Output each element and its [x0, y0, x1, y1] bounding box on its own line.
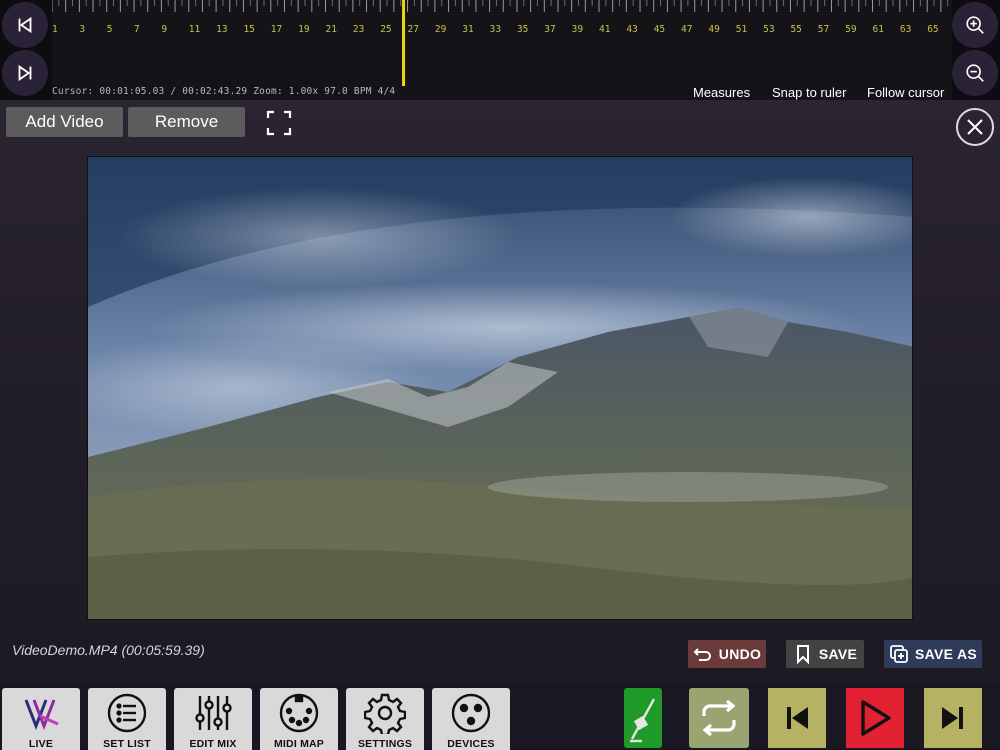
loop-button[interactable]: [689, 688, 749, 748]
ruler-tick-label: 11: [189, 24, 201, 35]
nav-live[interactable]: LIVE: [2, 688, 80, 750]
midi-icon: [279, 693, 319, 733]
video-preview[interactable]: [87, 156, 913, 620]
nav-settings[interactable]: SETTINGS: [346, 688, 424, 750]
nav-devices-label: DEVICES: [447, 738, 495, 750]
ruler-tick-label: 27: [408, 24, 419, 35]
previous-button[interactable]: [768, 688, 826, 748]
ruler-tick-label: 13: [216, 24, 227, 35]
ruler-tick-label: 43: [626, 24, 637, 35]
ruler-tick-label: 59: [845, 24, 857, 35]
snap-to-ruler-toggle[interactable]: Snap to ruler: [772, 85, 846, 100]
ruler-tick-label: 65: [927, 24, 938, 35]
skip-previous-icon: [787, 707, 808, 729]
ruler-tick-label: 1: [52, 24, 58, 35]
skip-forward-button[interactable]: [2, 50, 48, 96]
ruler-tick-label: 9: [161, 24, 167, 35]
timeline-bar: 1 3 5 7 9 11 13 15 17 19 21 23 25 27 29 31 33 35 37 39 41 43 4…: [0, 0, 1000, 100]
ruler-tick-label: 57: [818, 24, 829, 35]
metronome-button[interactable]: [624, 688, 662, 748]
ruler-tick-label: 21: [326, 24, 338, 35]
ruler-tick-label: 25: [380, 24, 391, 35]
list-icon: [107, 693, 147, 733]
ruler-tick-label: 53: [763, 24, 774, 35]
nav-devices[interactable]: DEVICES: [432, 688, 510, 750]
nav-live-label: LIVE: [28, 738, 54, 750]
ruler-tick-label: 55: [790, 24, 801, 35]
ruler-tick-label: 49: [708, 24, 720, 35]
ruler-tick-label: 31: [462, 24, 474, 35]
ruler-tick-label: 5: [107, 24, 113, 35]
close-icon: [967, 119, 983, 135]
video-frame-image: [88, 157, 912, 619]
ruler-tick-label: 23: [353, 24, 364, 35]
remove-button[interactable]: Remove: [128, 107, 245, 137]
ruler-tick-label: 51: [736, 24, 748, 35]
save-as-button[interactable]: SAVE AS: [884, 640, 982, 668]
ruler-tick-label: 41: [599, 24, 611, 35]
nav-midi-map[interactable]: MIDI MAP: [260, 688, 338, 750]
close-button[interactable]: [956, 108, 994, 146]
gear-icon: [364, 693, 406, 734]
cursor-status: Cursor: 00:01:05.03 / 00:02:43.29 Zoom: …: [52, 86, 396, 97]
ruler-tick-label: 35: [517, 24, 528, 35]
nav-settings-label: SETTINGS: [357, 738, 413, 750]
follow-cursor-toggle[interactable]: Follow cursor: [867, 85, 944, 100]
ruler-tick-label: 29: [435, 24, 447, 35]
ruler-tick-label: 17: [271, 24, 282, 35]
skip-back-icon: [18, 16, 32, 34]
save-as-icon: [890, 645, 908, 663]
fullscreen-icon[interactable]: [266, 110, 292, 136]
ruler-tick-label: 63: [900, 24, 911, 35]
skip-next-icon: [942, 707, 963, 729]
ruler-tick-label: 45: [654, 24, 665, 35]
ruler-tick-label: 3: [79, 24, 85, 35]
ruler-tick-label: 7: [134, 24, 140, 35]
ruler-tick-label: 37: [544, 24, 555, 35]
undo-button[interactable]: UNDO: [688, 640, 766, 668]
play-button[interactable]: [846, 688, 904, 748]
ruler-tick-label: 61: [873, 24, 885, 35]
zoom-out-icon: [966, 64, 984, 82]
nav-set-list[interactable]: SET LIST: [88, 688, 166, 750]
save-as-label: SAVE AS: [914, 646, 977, 662]
measures-toggle[interactable]: Measures: [693, 85, 750, 100]
nav-edit-mix-label: EDIT MIX: [189, 738, 237, 750]
zoom-out-button[interactable]: [952, 50, 998, 96]
ruler-tick-label: 39: [572, 24, 584, 35]
ruler-tick-label: 15: [243, 24, 254, 35]
zoom-in-button[interactable]: [952, 2, 998, 48]
ruler-tick-label: 47: [681, 24, 692, 35]
undo-label: UNDO: [718, 646, 762, 662]
next-button[interactable]: [924, 688, 982, 748]
ruler-tick-label: 33: [490, 24, 501, 35]
sliders-icon: [195, 696, 232, 730]
play-icon: [861, 700, 891, 736]
zoom-in-icon: [966, 16, 984, 34]
skip-back-button[interactable]: [2, 2, 48, 48]
nav-set-list-label: SET LIST: [103, 738, 151, 750]
metronome-icon: [630, 698, 656, 743]
undo-icon: [693, 648, 711, 661]
skip-forward-icon: [18, 64, 32, 82]
add-video-button[interactable]: Add Video: [6, 107, 123, 137]
loop-icon: [702, 699, 736, 737]
xlr-icon: [451, 693, 491, 733]
video-filename: VideoDemo.MP4 (00:05:59.39): [12, 642, 205, 658]
save-label: SAVE: [818, 646, 858, 662]
bookmark-icon: [796, 645, 809, 664]
nav-midi-map-label: MIDI MAP: [273, 738, 324, 750]
save-button[interactable]: SAVE: [786, 640, 864, 668]
nav-edit-mix[interactable]: EDIT MIX: [174, 688, 252, 750]
logo-icon: [24, 699, 59, 731]
ruler-tick-label: 19: [298, 24, 310, 35]
